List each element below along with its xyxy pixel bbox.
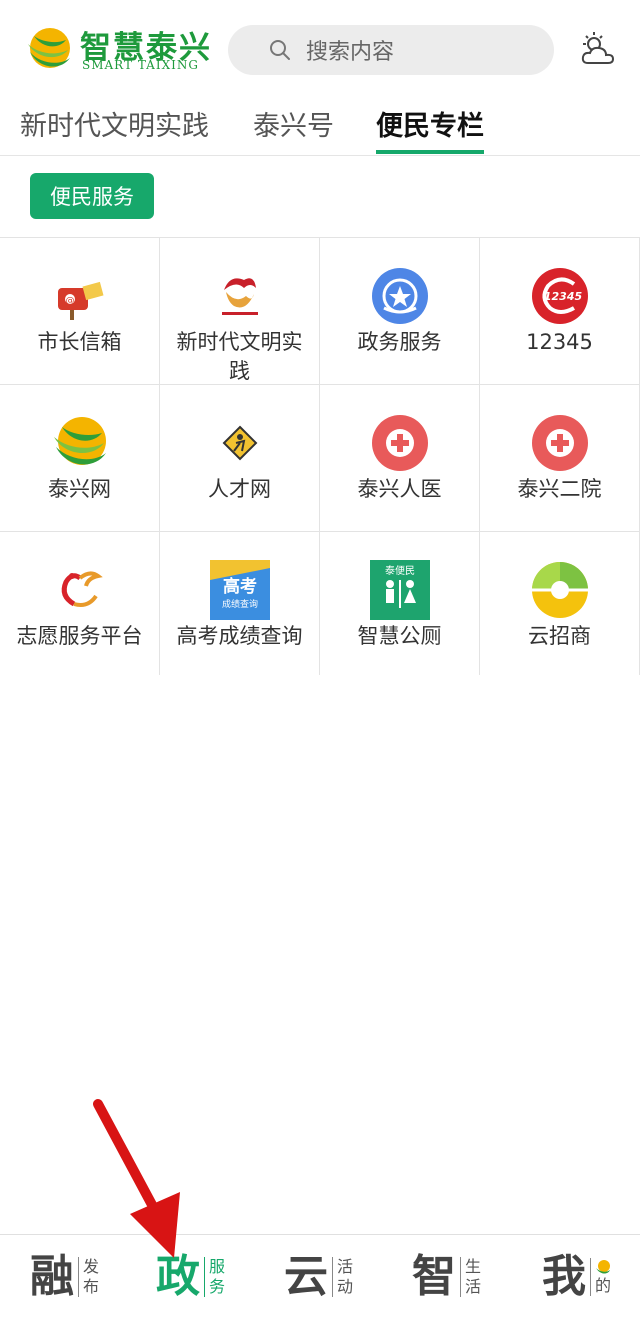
nav-sub-char: 务: [209, 1277, 226, 1296]
svg-text:@: @: [66, 296, 75, 306]
taixing-logo-icon: [28, 28, 70, 68]
hospital-cross-icon: [372, 415, 428, 471]
nav-sub-char: 服: [209, 1257, 226, 1276]
nav-cloud-activity[interactable]: 云 活 动: [284, 1247, 353, 1307]
cloud-sun-icon[interactable]: [578, 30, 618, 70]
svg-text:12345: 12345: [544, 290, 583, 303]
tab-convenience[interactable]: 便民专栏: [376, 104, 484, 143]
search-icon: [270, 40, 290, 60]
hospital-cross-icon: [532, 415, 588, 471]
toilet-icon: 泰便民: [370, 560, 430, 620]
mailbox-icon: @: [58, 281, 104, 320]
nav-sub-char: 的: [595, 1276, 612, 1295]
header: 智慧泰兴 SMART TAIXING 搜索内容: [0, 0, 640, 96]
taixing-logo-icon: [596, 1260, 610, 1274]
cloud-invest-icon: [532, 562, 588, 618]
service-smart-toilet[interactable]: 泰便民 智慧公厕: [320, 532, 480, 675]
nav-sub-char: 活: [465, 1277, 482, 1296]
nav-sub-char: 活: [337, 1257, 354, 1276]
nav-smart-life[interactable]: 智 生 活: [412, 1247, 481, 1307]
talent-icon: [222, 425, 258, 461]
tab-taixing-hao[interactable]: 泰兴号: [253, 104, 334, 143]
top-tabs: 新时代文明实践 泰兴号 便民专栏: [0, 96, 640, 156]
service-12345-hotline[interactable]: 12345 12345: [480, 238, 640, 384]
nav-main-char: 智: [412, 1251, 456, 1302]
service-talent-net[interactable]: 人才网: [160, 385, 320, 531]
nav-sub-label: 生 活: [460, 1257, 481, 1297]
logo-subtitle: SMART TAIXING: [82, 58, 199, 72]
grid-row: @ 市长信箱 新时代文明实践 政务服务 12345 12345: [0, 238, 640, 385]
service-label: 政务服务: [357, 330, 442, 354]
svg-text:高考: 高考: [223, 576, 257, 597]
service-gaokao-score-query[interactable]: 高考 成绩查询 高考成绩查询: [160, 532, 320, 675]
nav-sub-char: 动: [337, 1277, 354, 1296]
svg-text:成绩查询: 成绩查询: [222, 598, 258, 610]
nav-sub-label: 的: [590, 1258, 611, 1296]
nav-main-char: 融: [30, 1251, 74, 1302]
service-label: 泰兴网: [48, 477, 111, 501]
bottom-nav: 融 发 布 政 服 务 云 活 动 智 生 活 我 的: [0, 1234, 640, 1319]
taixing-logo-icon: [54, 417, 106, 465]
service-civilization-practice[interactable]: 新时代文明实践: [160, 238, 320, 384]
nav-main-char: 云: [284, 1251, 328, 1302]
nav-sub-char: 发: [83, 1257, 100, 1276]
nav-sub-label: 发 布: [78, 1257, 99, 1297]
service-label: 云招商: [528, 624, 591, 648]
hotline-12345-icon: 12345: [532, 268, 588, 324]
service-label: 市长信箱: [37, 330, 122, 354]
service-volunteer-platform[interactable]: 志愿服务平台: [0, 532, 160, 675]
section-button-convenience-services[interactable]: 便民服务: [30, 173, 154, 219]
nav-media-release[interactable]: 融 发 布: [30, 1247, 99, 1307]
nav-sub-char: 生: [465, 1257, 482, 1276]
svg-text:泰便民: 泰便民: [385, 564, 415, 577]
gov-service-icon: [372, 268, 428, 324]
service-label: 新时代文明实践: [176, 330, 303, 383]
app-screen: 智慧泰兴 SMART TAIXING 搜索内容 新时代文明实践 泰兴号 便民专栏…: [0, 0, 640, 1319]
service-taixing-net[interactable]: 泰兴网: [0, 385, 160, 531]
service-label: 志愿服务平台: [16, 624, 143, 648]
service-mayor-mailbox[interactable]: @ 市长信箱: [0, 238, 160, 384]
gaokao-icon: 高考 成绩查询: [210, 560, 270, 620]
service-label: 泰兴二院: [517, 477, 602, 501]
service-label: 泰兴人医: [357, 477, 442, 501]
nav-gov-service[interactable]: 政 服 务: [156, 1247, 225, 1307]
nav-main-char: 政: [156, 1251, 200, 1302]
search-placeholder: 搜索内容: [306, 40, 395, 65]
service-label: 12345: [526, 330, 593, 354]
nav-sub-char: 布: [83, 1277, 100, 1296]
tab-civilization[interactable]: 新时代文明实践: [20, 104, 209, 143]
service-gov-affairs[interactable]: 政务服务: [320, 238, 480, 384]
service-label: 智慧公厕: [357, 624, 442, 648]
service-taixing-second-hospital[interactable]: 泰兴二院: [480, 385, 640, 531]
grid-row: 志愿服务平台 高考 成绩查询 高考成绩查询 泰便民 智慧公厕 云招商: [0, 532, 640, 675]
nav-sub-label: 服 务: [204, 1257, 225, 1297]
service-grid: @ 市长信箱 新时代文明实践 政务服务 12345 12345 泰兴网 人才网 …: [0, 237, 640, 675]
nav-main-char: 我: [542, 1251, 586, 1302]
nav-sub-label: 活 动: [332, 1257, 353, 1297]
app-logo[interactable]: 智慧泰兴 SMART TAIXING: [24, 22, 210, 76]
service-taixing-peoples-hospital[interactable]: 泰兴人医: [320, 385, 480, 531]
service-cloud-investment[interactable]: 云招商: [480, 532, 640, 675]
volunteer-bird-icon: [61, 571, 103, 607]
civilization-logo-icon: [222, 278, 258, 315]
service-label: 人才网: [208, 477, 271, 501]
grid-row: 泰兴网 人才网 泰兴人医 泰兴二院: [0, 385, 640, 532]
service-label: 高考成绩查询: [176, 624, 303, 648]
active-tab-indicator: [376, 150, 484, 154]
search-bar[interactable]: 搜索内容: [228, 25, 554, 75]
nav-mine[interactable]: 我 的: [542, 1247, 611, 1307]
